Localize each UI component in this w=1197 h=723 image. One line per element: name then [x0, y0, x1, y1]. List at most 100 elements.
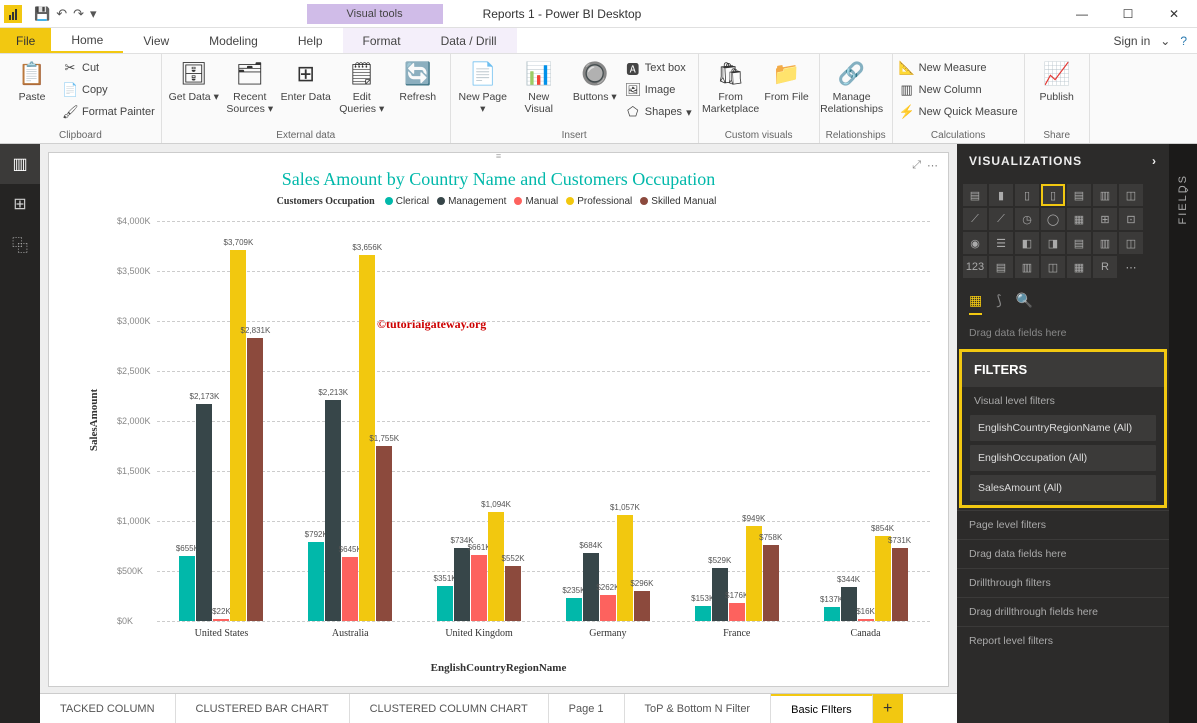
page-tab[interactable]: Basic FIlters	[771, 694, 873, 723]
paste-button[interactable]: 📋Paste	[6, 58, 58, 104]
filter-item[interactable]: EnglishOccupation (All)	[970, 445, 1156, 471]
filter-item[interactable]: EnglishCountryRegionName (All)	[970, 415, 1156, 441]
filter-item[interactable]: SalesAmount (All)	[970, 475, 1156, 501]
bar[interactable]: $655K	[179, 556, 195, 622]
tab-help[interactable]: Help	[278, 28, 343, 53]
from-marketplace-button[interactable]: 🛍From Marketplace	[705, 58, 757, 115]
tab-view[interactable]: View	[123, 28, 189, 53]
page-tab[interactable]: TACKED COLUMN	[40, 694, 176, 723]
chevron-right-icon[interactable]: ›	[1152, 154, 1157, 168]
bar[interactable]: $351K	[437, 586, 453, 621]
viz-type-icon[interactable]: ◨	[1041, 232, 1065, 254]
page-tab[interactable]: CLUSTERED BAR CHART	[176, 694, 350, 723]
viz-type-icon[interactable]: ◷	[1015, 208, 1039, 230]
cut-button[interactable]: ✂Cut	[62, 58, 155, 78]
textbox-button[interactable]: 🅰Text box	[625, 58, 692, 78]
viz-type-icon[interactable]: R	[1093, 256, 1117, 278]
bar[interactable]: $792K	[308, 542, 324, 621]
bar[interactable]: $3,709K	[230, 250, 246, 621]
viz-type-icon[interactable]: ▤	[1067, 232, 1091, 254]
viz-type-icon[interactable]: ▥	[1015, 256, 1039, 278]
refresh-button[interactable]: 🔄Refresh	[392, 58, 444, 104]
data-view-icon[interactable]: ⊞	[0, 184, 40, 224]
drag-drillthrough-zone[interactable]: Drag drillthrough fields here	[957, 597, 1169, 626]
from-file-button[interactable]: 📁From File	[761, 58, 813, 104]
viz-type-icon[interactable]: ▯	[1041, 184, 1065, 206]
viz-type-icon[interactable]: ⟋	[989, 208, 1013, 230]
viz-type-icon[interactable]: ◫	[1119, 232, 1143, 254]
fields-pane-collapsed[interactable]: ‹ FIELDS	[1169, 144, 1197, 723]
drag-fields-zone[interactable]: Drag data fields here	[957, 319, 1169, 347]
visualizations-header[interactable]: VISUALIZATIONS›	[957, 144, 1169, 178]
viz-type-icon[interactable]: ▤	[963, 184, 987, 206]
new-visual-button[interactable]: 📊New Visual	[513, 58, 565, 115]
page-tab[interactable]: ToP & Bottom N Filter	[625, 694, 772, 723]
viz-type-icon[interactable]: ▤	[989, 256, 1013, 278]
viz-type-icon[interactable]: ▮	[989, 184, 1013, 206]
signin-link[interactable]: Sign in	[1114, 34, 1151, 48]
viz-type-icon[interactable]: ◫	[1041, 256, 1065, 278]
report-canvas[interactable]: ⤢ ⋯ Sales Amount by Country Name and Cus…	[48, 152, 949, 687]
viz-type-icon[interactable]: ◉	[963, 232, 987, 254]
viz-type-icon[interactable]: ▤	[1067, 184, 1091, 206]
viz-type-icon[interactable]: ⟋	[963, 208, 987, 230]
redo-icon[interactable]: ↷	[73, 6, 84, 22]
bar[interactable]: $758K	[763, 545, 779, 621]
bar[interactable]: $176K	[729, 603, 745, 621]
bar[interactable]: $645K	[342, 557, 358, 622]
new-page-button[interactable]: 📄New Page ▾	[457, 58, 509, 115]
viz-type-icon[interactable]: ☰	[989, 232, 1013, 254]
new-column-button[interactable]: ▥New Column	[899, 80, 1018, 100]
tab-format[interactable]: Format	[343, 28, 421, 53]
bar[interactable]: $344K	[841, 587, 857, 621]
viz-type-icon[interactable]: ⊞	[1093, 208, 1117, 230]
get-data-button[interactable]: 🗄Get Data ▾	[168, 58, 220, 104]
recent-sources-button[interactable]: 🗂Recent Sources ▾	[224, 58, 276, 115]
file-menu[interactable]: File	[0, 28, 51, 53]
report-view-icon[interactable]: ▥	[0, 144, 40, 184]
manage-relationships-button[interactable]: 🔗Manage Relationships	[826, 58, 878, 115]
maximize-button[interactable]: ☐	[1105, 0, 1151, 28]
bar[interactable]: $137K	[824, 607, 840, 621]
viz-type-icon[interactable]: ▯	[1015, 184, 1039, 206]
bar[interactable]: $1,094K	[488, 512, 504, 621]
bar[interactable]: $731K	[892, 548, 908, 621]
bar[interactable]: $734K	[454, 548, 470, 621]
chart-visual[interactable]: Sales Amount by Country Name and Custome…	[57, 161, 940, 678]
undo-icon[interactable]: ↶	[56, 6, 67, 22]
model-view-icon[interactable]: ⿻	[0, 224, 40, 264]
new-quick-measure-button[interactable]: ⚡New Quick Measure	[899, 102, 1018, 122]
bar[interactable]: $153K	[695, 606, 711, 621]
viz-type-icon[interactable]: ▥	[1093, 184, 1117, 206]
tab-data-drill[interactable]: Data / Drill	[421, 28, 517, 53]
bar[interactable]: $262K	[600, 595, 616, 621]
format-painter-button[interactable]: 🖌Format Painter	[62, 102, 155, 122]
bar[interactable]: $2,173K	[196, 404, 212, 621]
viz-type-icon[interactable]: 123	[963, 256, 987, 278]
viz-type-icon[interactable]: ▥	[1093, 232, 1117, 254]
buttons-button[interactable]: 🔘Buttons ▾	[569, 58, 621, 104]
fields-tab-icon[interactable]: ▦	[969, 292, 982, 315]
bar[interactable]: $1,057K	[617, 515, 633, 621]
tab-modeling[interactable]: Modeling	[189, 28, 278, 53]
bar[interactable]: $22K	[213, 619, 229, 621]
bar[interactable]: $296K	[634, 591, 650, 621]
save-icon[interactable]: 💾	[34, 6, 50, 22]
viz-type-icon[interactable]: ◧	[1015, 232, 1039, 254]
bar[interactable]: $661K	[471, 555, 487, 621]
publish-button[interactable]: 📈Publish	[1031, 58, 1083, 104]
image-button[interactable]: 🖼Image	[625, 80, 692, 100]
edit-queries-button[interactable]: 🗒Edit Queries ▾	[336, 58, 388, 115]
qat-dropdown-icon[interactable]: ▾	[90, 6, 97, 22]
format-tab-icon[interactable]: ⟆	[996, 292, 1001, 315]
chevron-down-icon[interactable]: ⌄	[1160, 34, 1170, 48]
viz-type-icon[interactable]: ▦	[1067, 208, 1091, 230]
page-tab[interactable]: CLUSTERED COLUMN CHART	[350, 694, 549, 723]
viz-type-icon[interactable]: ◯	[1041, 208, 1065, 230]
analytics-tab-icon[interactable]: 🔍	[1016, 292, 1033, 315]
bar[interactable]: $16K	[858, 619, 874, 621]
enter-data-button[interactable]: ⊞Enter Data	[280, 58, 332, 104]
viz-type-icon[interactable]: ◫	[1119, 184, 1143, 206]
page-tab[interactable]: Page 1	[549, 694, 625, 723]
bar[interactable]: $552K	[505, 566, 521, 621]
